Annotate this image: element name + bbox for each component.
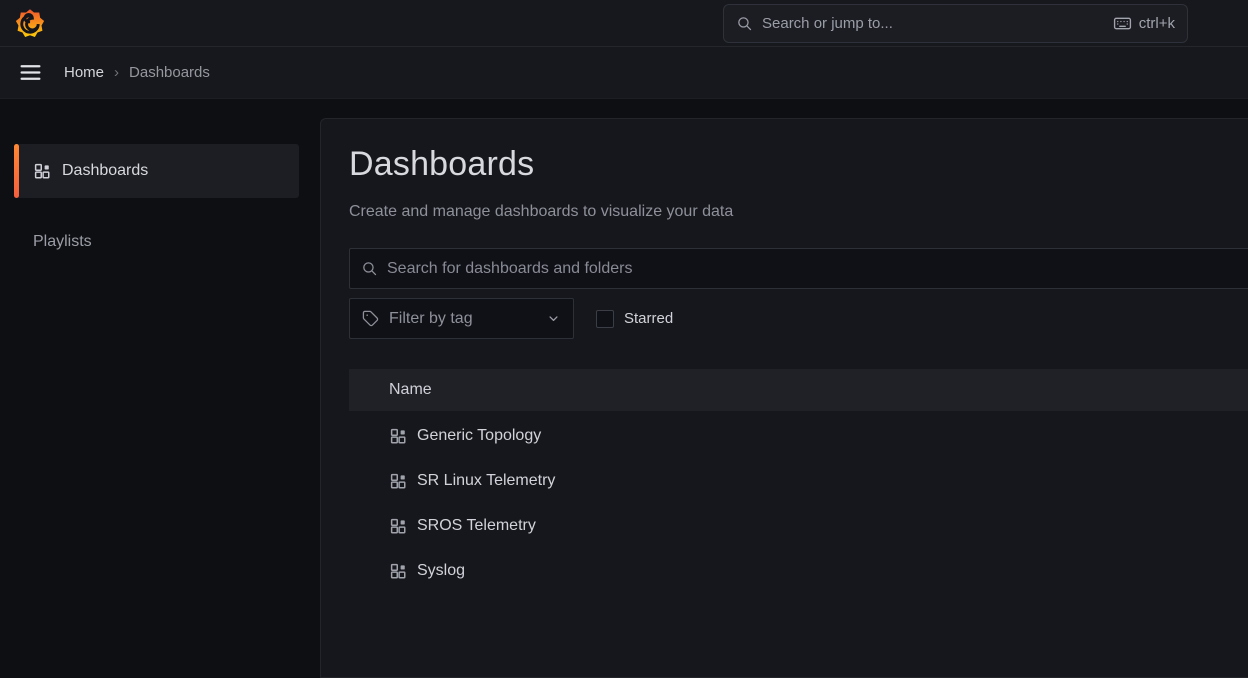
dashboard-search-field[interactable] [349,248,1248,289]
page-subtitle: Create and manage dashboards to visualiz… [349,203,733,221]
top-header-bar: ctrl+k [0,0,1248,47]
search-icon [736,15,753,32]
starred-checkbox[interactable] [596,310,614,328]
dashboard-name: Generic Topology [417,427,541,445]
dashboard-name: SR Linux Telemetry [417,472,555,490]
sidebar-item-dashboards[interactable]: Dashboards [14,144,299,198]
shortcut-text: ctrl+k [1139,15,1175,32]
dashboard-search-input[interactable] [378,260,1248,278]
dashboard-name: SROS Telemetry [417,517,536,535]
dashboard-item-icon [389,517,407,535]
sidebar-item-playlists[interactable]: Playlists [14,222,299,262]
breadcrumb-item-home[interactable]: Home [64,64,104,81]
shortcut-hint: ctrl+k [1113,14,1175,33]
global-search-bar[interactable]: ctrl+k [723,4,1188,43]
global-search-input[interactable] [753,15,1113,32]
dashboard-name: Syslog [417,562,465,580]
dashboard-item-icon [389,427,407,445]
main-panel: Dashboards Create and manage dashboards … [320,118,1248,678]
dashboard-item-icon [389,562,407,580]
dashboard-row[interactable]: Generic Topology [349,413,1248,458]
tag-icon [362,310,379,327]
breadcrumb-separator: › [114,64,119,81]
active-accent-bar [14,144,19,198]
starred-filter[interactable]: Starred [596,310,673,328]
breadcrumb: Home › Dashboards [64,64,210,81]
starred-label: Starred [624,310,673,327]
dashboard-row[interactable]: Syslog [349,548,1248,593]
dashboard-item-icon [389,472,407,490]
sidebar: Dashboards Playlists [0,100,320,625]
filter-by-tag-dropdown[interactable]: Filter by tag [349,298,574,339]
table-header-row: Name [349,369,1248,411]
breadcrumb-bar: Home › Dashboards [0,47,1248,99]
dashboard-row[interactable]: SROS Telemetry [349,503,1248,548]
dashboard-row[interactable]: SR Linux Telemetry [349,458,1248,503]
breadcrumb-item-dashboards: Dashboards [129,64,210,81]
sidebar-item-label: Playlists [33,233,92,251]
search-icon [361,260,378,277]
sidebar-item-label: Dashboards [62,162,148,180]
column-header-name: Name [389,381,432,399]
keyboard-icon [1113,14,1132,33]
menu-hamburger-icon[interactable] [16,59,44,87]
dashboards-grid-icon [33,162,51,180]
chevron-down-icon [546,311,561,326]
page-title: Dashboards [349,145,534,184]
filter-row: Filter by tag Starred [349,298,673,339]
dashboard-list: Generic Topology SR Linux Telemetry [349,413,1248,593]
filter-by-tag-label: Filter by tag [389,310,473,328]
grafana-logo-icon[interactable] [13,6,47,40]
